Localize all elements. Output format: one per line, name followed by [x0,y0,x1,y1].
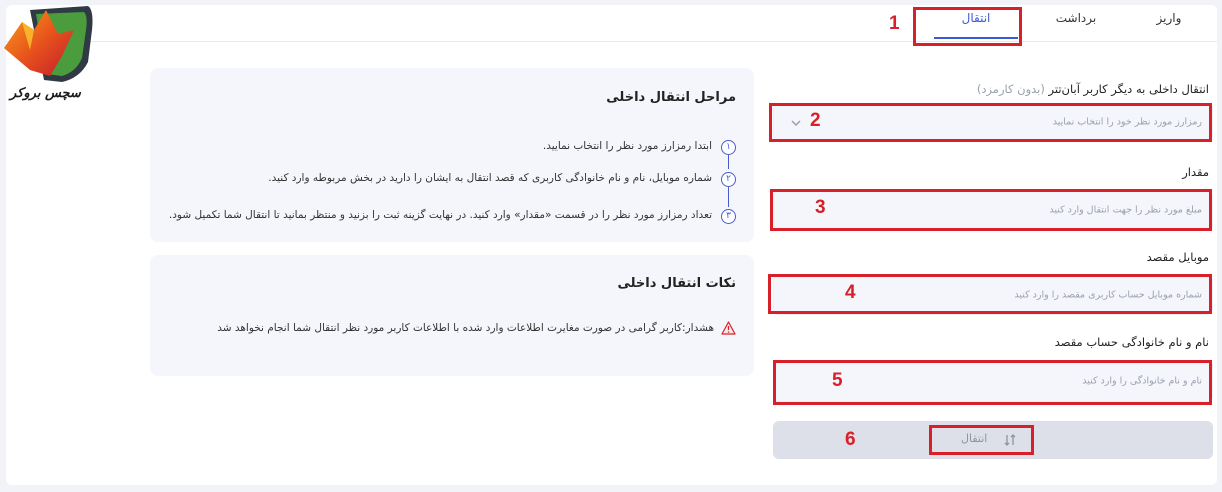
notes-panel: نکات انتقال داخلی هشدار:کاربر گرامی در ص… [150,255,754,376]
crypto-label-note: (بدون کارمزد) [976,82,1045,96]
tab-transfer[interactable]: انتقال [936,11,1016,25]
active-tab-indicator [934,37,1018,39]
page-frame: واریز برداشت انتقال انتقال داخلی به دیگر… [0,0,1222,492]
annotation-number-1: 1 [889,13,900,34]
amount-placeholder: مبلغ مورد نظر را جهت انتقال وارد کنید [1049,204,1202,216]
transfer-card: واریز برداشت انتقال انتقال داخلی به دیگر… [6,5,1217,485]
fox-logo-icon [4,6,93,82]
warning-text: هشدار:کاربر گرامی در صورت مغایرت اطلاعات… [217,322,714,334]
transfer-button-label: انتقال [961,432,988,445]
tab-bar: واریز برداشت انتقال [6,5,1217,42]
steps-panel: مراحل انتقال داخلی ۱ ابتدا رمزارز مورد ن… [150,68,754,242]
crypto-label-text: انتقال داخلی به دیگر کاربر آبان‌تتر [1048,82,1209,96]
amount-label: مقدار [1182,165,1209,179]
brand-name: سچس بروکر [10,86,81,101]
annotation-number-5: 5 [832,370,843,391]
step-text: ابتدا رمزارز مورد نظر را انتخاب نمایید. [542,140,712,152]
mobile-input[interactable]: شماره موبایل حساب کاربری مقصد را وارد کن… [773,275,1213,315]
tab-withdraw[interactable]: برداشت [1046,11,1106,25]
step-number: ۳ [721,209,736,224]
step-number: ۲ [721,172,736,187]
step-number: ۱ [721,140,736,155]
swap-arrows-icon [1004,434,1016,446]
annotation-number-3: 3 [815,197,826,218]
step-text: شماره موبایل، نام و نام خانوادگی کاربری … [268,172,712,184]
crypto-select[interactable]: رمزارز مورد نظر خود را انتخاب نمایید [773,103,1213,141]
crypto-select-placeholder: رمزارز مورد نظر خود را انتخاب نمایید [1052,116,1202,128]
steps-panel-title: مراحل انتقال داخلی [606,90,736,105]
chevron-down-icon [791,120,801,127]
notes-panel-title: نکات انتقال داخلی [617,276,736,291]
annotation-number-4: 4 [845,282,856,303]
tab-deposit[interactable]: واریز [1144,11,1194,25]
transfer-submit-button[interactable]: انتقال [773,421,1213,459]
mobile-label: موبایل مقصد [1146,250,1209,264]
annotation-number-2: 2 [810,110,821,131]
mobile-placeholder: شماره موبایل حساب کاربری مقصد را وارد کن… [1014,289,1202,301]
warning-icon [721,321,736,335]
annotation-number-6: 6 [845,429,856,450]
step-connector [728,155,729,169]
amount-input[interactable]: مبلغ مورد نظر را جهت انتقال وارد کنید [773,190,1213,230]
brand-logo: سچس بروکر [0,0,100,105]
crypto-select-label: انتقال داخلی به دیگر کاربر آبان‌تتر (بدو… [977,82,1209,96]
step-text: تعداد رمزارز مورد نظر را در قسمت «مقدار»… [168,209,712,221]
step-connector [728,187,729,207]
fullname-placeholder: نام و نام خانوادگی را وارد کنید [1082,375,1202,387]
fullname-label: نام و نام خانوادگی حساب مقصد [1054,335,1209,349]
